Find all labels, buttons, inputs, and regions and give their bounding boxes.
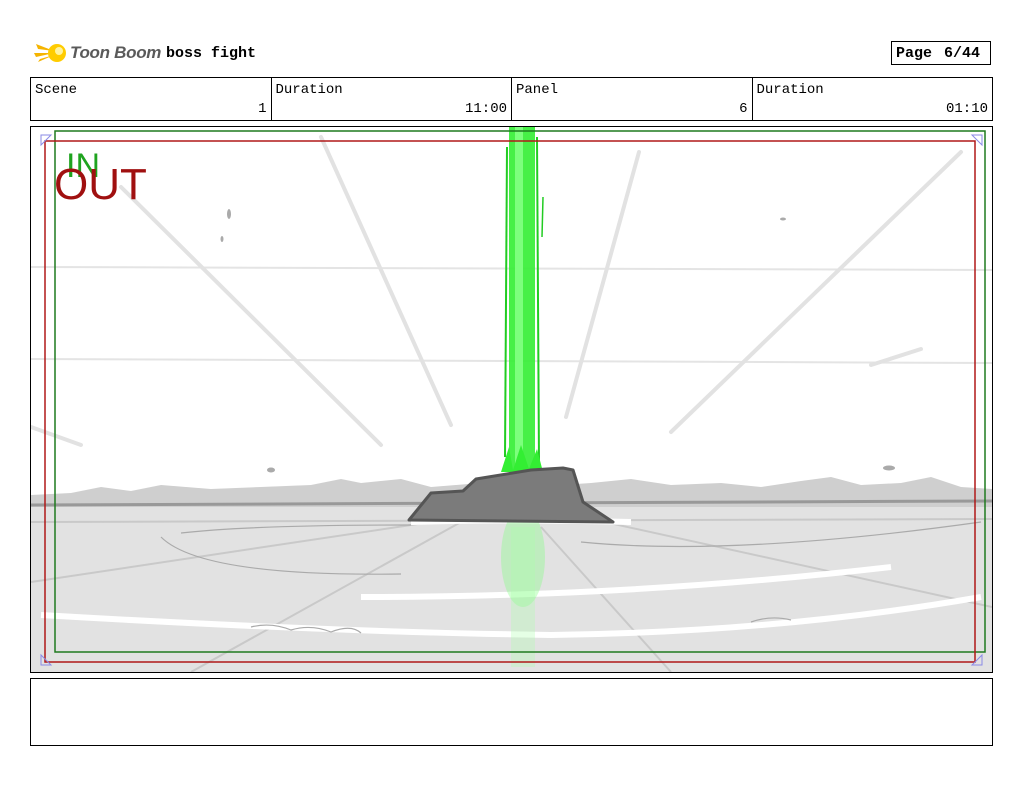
debris bbox=[220, 209, 895, 473]
page-number: 6/44 bbox=[944, 44, 981, 62]
logo-text: Toon Boom bbox=[70, 43, 162, 62]
scene-duration-cell: Duration 11:00 bbox=[272, 78, 512, 120]
green-energy-beam bbox=[501, 127, 545, 667]
comet-icon bbox=[34, 44, 66, 62]
panel-cell: Panel 6 bbox=[512, 78, 753, 120]
page-label: Page bbox=[896, 44, 933, 62]
storyboard-panel: IN OUT bbox=[30, 126, 993, 673]
scene-value: 1 bbox=[258, 101, 267, 117]
project-title: boss fight bbox=[166, 45, 257, 62]
info-row: Scene 1 Duration 11:00 Panel 6 Duration … bbox=[30, 77, 993, 121]
scene-cell: Scene 1 bbox=[31, 78, 272, 120]
panel-duration-value: 01:10 bbox=[945, 101, 988, 117]
panel-value: 6 bbox=[739, 101, 748, 117]
scene-duration-label: Duration bbox=[275, 82, 343, 98]
out-label: OUT bbox=[54, 160, 147, 209]
panel-label: Panel bbox=[516, 82, 559, 98]
toon-boom-logo: Toon Boom bbox=[34, 38, 161, 68]
panel-duration-label: Duration bbox=[756, 82, 824, 98]
page-indicator: Page 6/44 bbox=[891, 41, 991, 65]
radial-lines bbox=[31, 135, 963, 447]
panel-sketch: IN OUT bbox=[31, 127, 992, 672]
scene-duration-value: 11:00 bbox=[464, 101, 507, 117]
notes-box[interactable] bbox=[30, 678, 993, 746]
scene-label: Scene bbox=[35, 82, 78, 98]
panel-duration-cell: Duration 01:10 bbox=[753, 78, 993, 120]
